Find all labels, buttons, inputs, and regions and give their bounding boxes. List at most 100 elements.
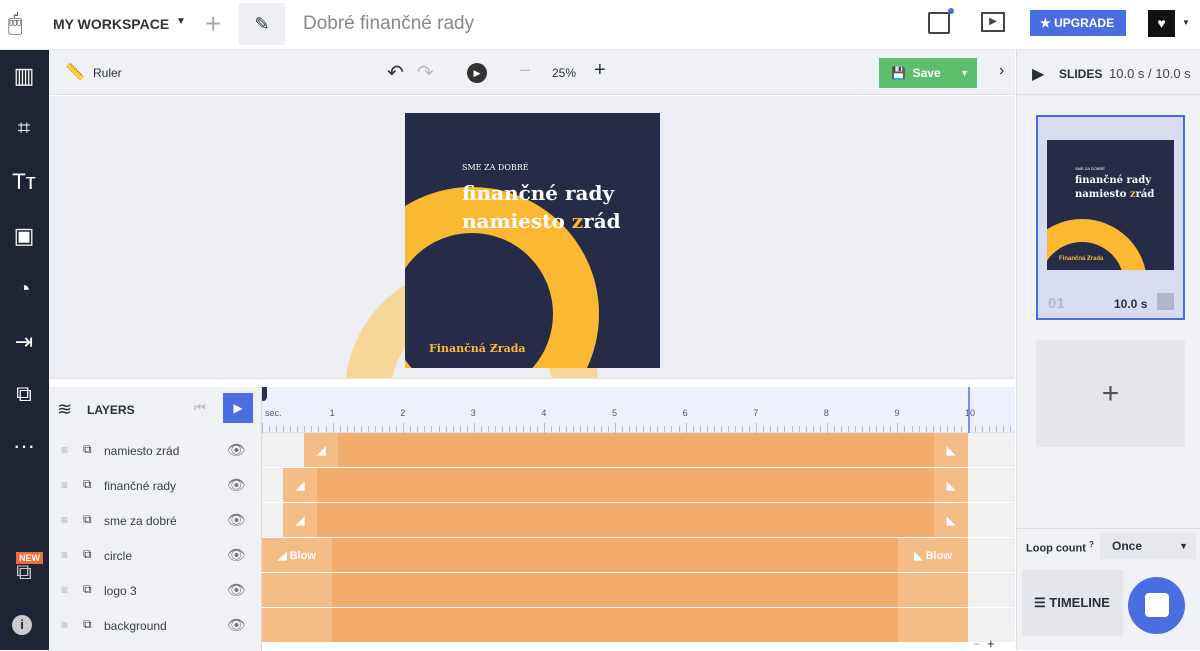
slide-canvas[interactable]: SME ZA DOBRÉ finančné rady namiesto zrád… <box>405 113 660 368</box>
out-animation[interactable]: ◣ <box>933 468 968 502</box>
out-animation[interactable]: ◣ Blow <box>898 538 968 572</box>
track-bar[interactable]: ◢ Blow ◣ Blow <box>262 538 968 572</box>
document-title[interactable]: Dobré finančné rady <box>303 13 474 35</box>
in-animation[interactable]: ◢ Blow <box>262 538 332 572</box>
ruler-tick <box>304 426 306 432</box>
layer-name[interactable]: logo 3 <box>104 584 137 598</box>
ruler-tick <box>551 426 553 432</box>
ruler-icon[interactable]: 📏 <box>65 62 85 82</box>
workspace-menu[interactable]: MY WORKSPACE <box>53 16 169 32</box>
layer-row[interactable]: ≡ ⧉ circle 👁 <box>49 538 262 573</box>
out-animation[interactable]: ◣ <box>933 503 968 537</box>
out-region[interactable] <box>898 573 968 607</box>
ruler-label: 8 <box>823 408 829 418</box>
in-animation[interactable]: ◢ <box>283 468 318 502</box>
skip-start-icon[interactable]: ⏮ <box>194 400 206 416</box>
out-animation[interactable]: ◣ <box>933 433 968 467</box>
chat-button[interactable] <box>1128 577 1185 634</box>
slide-color-swatch[interactable] <box>1157 293 1174 310</box>
ruler-tick <box>840 426 842 432</box>
drag-handle-icon[interactable]: ≡ <box>61 513 68 527</box>
visibility-eye-icon[interactable]: 👁 <box>227 441 246 459</box>
kicker-text[interactable]: SME ZA DOBRÉ <box>462 163 529 172</box>
in-region[interactable] <box>262 608 332 642</box>
layer-row[interactable]: ≡ ⧉ sme za dobré 👁 <box>49 503 262 538</box>
layer-name[interactable]: finančné rady <box>104 479 176 493</box>
timeline-zoom-out[interactable]: − <box>973 637 980 651</box>
thumb-kicker: SME ZA DOBRÉ <box>1075 166 1106 171</box>
drag-handle-icon[interactable]: ≡ <box>61 548 68 562</box>
crop-icon[interactable]: ⌗ <box>10 114 38 142</box>
in-animation[interactable]: ◢ <box>283 503 318 537</box>
text-icon[interactable]: Tт <box>10 168 38 196</box>
time-ruler[interactable]: sec. 1 2 3 4 5 6 7 8 9 10 <box>262 387 1015 433</box>
preview-icon[interactable]: ▶ <box>981 12 1005 32</box>
drag-handle-icon[interactable]: ≡ <box>61 443 68 457</box>
play-button[interactable]: ▶ <box>467 63 487 83</box>
avatar[interactable]: ♥ <box>1148 10 1175 37</box>
info-icon[interactable]: i <box>12 615 32 635</box>
upgrade-button[interactable]: ★ UPGRADE <box>1030 10 1126 36</box>
edit-title-button[interactable]: ✎ <box>239 3 285 45</box>
track-bar[interactable] <box>262 573 968 607</box>
track-bar[interactable]: ◢ ◣ <box>283 468 968 502</box>
track-bar[interactable]: ◢ ◣ <box>304 433 968 467</box>
track-bar[interactable] <box>262 608 968 642</box>
layout-icon[interactable]: ▥ <box>10 62 38 90</box>
ruler-tick <box>516 426 518 432</box>
visibility-eye-icon[interactable]: 👁 <box>227 616 246 634</box>
chevron-right-icon[interactable]: › <box>999 62 1004 80</box>
zoom-in-icon[interactable]: + <box>594 59 606 82</box>
chevron-down-icon[interactable]: ▼ <box>176 16 186 27</box>
add-icon[interactable]: + <box>205 8 221 40</box>
timeline-zoom-in[interactable]: + <box>987 636 995 651</box>
visibility-eye-icon[interactable]: 👁 <box>227 581 246 599</box>
chevron-down-icon[interactable]: ▼ <box>960 58 969 88</box>
layer-row[interactable]: ≡ ⧉ namiesto zrád 👁 <box>49 433 262 468</box>
headline-text[interactable]: finančné rady namiesto zrád <box>462 179 621 235</box>
help-icon[interactable]: ? <box>1089 540 1094 549</box>
slide-duration[interactable]: 10.0 s <box>1114 297 1147 311</box>
comments-icon[interactable] <box>928 8 954 34</box>
in-animation[interactable]: ◢ <box>304 433 339 467</box>
layer-name[interactable]: namiesto zrád <box>104 444 179 458</box>
ruler-tick <box>897 423 899 433</box>
import-icon[interactable]: ⇥ <box>10 328 38 356</box>
more-icon[interactable]: ··· <box>10 432 38 460</box>
layer-name[interactable]: sme za dobré <box>104 514 177 528</box>
timeline-button[interactable]: ☰ TIMELINE <box>1022 570 1123 636</box>
drag-handle-icon[interactable]: ≡ <box>61 583 68 597</box>
logo-icon[interactable]: 🖱 <box>8 10 34 38</box>
layer-name[interactable]: background <box>104 619 167 633</box>
layer-row[interactable]: ≡ ⧉ background 👁 <box>49 608 262 643</box>
slide-thumbnail[interactable]: SME ZA DOBRÉ finančné rady namiesto zrád … <box>1036 115 1185 320</box>
ruler-tick <box>777 426 779 432</box>
playhead-start[interactable] <box>262 387 267 401</box>
in-region[interactable] <box>262 573 332 607</box>
shapes-icon[interactable]: ◔ <box>10 275 38 303</box>
drag-handle-icon[interactable]: ≡ <box>61 478 68 492</box>
layer-row[interactable]: ≡ ⧉ finančné rady 👁 <box>49 468 262 503</box>
ruler-toggle[interactable]: Ruler <box>93 66 122 80</box>
end-marker[interactable] <box>968 387 970 433</box>
ruler-tick <box>502 426 504 432</box>
brand-logo[interactable]: Finančná Ƶrada <box>429 342 526 355</box>
zoom-out-icon[interactable]: − <box>519 60 531 83</box>
visibility-eye-icon[interactable]: 👁 <box>227 476 246 494</box>
video-icon[interactable]: ⧉ <box>10 380 38 408</box>
visibility-eye-icon[interactable]: 👁 <box>227 546 246 564</box>
undo-icon[interactable]: ↶ <box>387 60 404 85</box>
redo-icon[interactable]: ↷ <box>417 60 434 85</box>
visibility-eye-icon[interactable]: 👁 <box>227 511 246 529</box>
layer-row[interactable]: ≡ ⧉ logo 3 👁 <box>49 573 262 608</box>
timeline-play-button[interactable]: ▶ <box>223 393 253 423</box>
layer-name[interactable]: circle <box>104 549 132 563</box>
chevron-down-icon[interactable]: ▼ <box>1182 18 1190 27</box>
track-bar[interactable]: ◢ ◣ <box>283 503 968 537</box>
image-icon[interactable]: ▣ <box>10 222 38 250</box>
loop-count-select[interactable]: Once ▼ <box>1100 533 1196 559</box>
out-region[interactable] <box>898 608 968 642</box>
save-button[interactable]: 💾 Save ▼ <box>879 58 977 88</box>
add-slide-button[interactable]: + <box>1036 340 1185 447</box>
drag-handle-icon[interactable]: ≡ <box>61 618 68 632</box>
